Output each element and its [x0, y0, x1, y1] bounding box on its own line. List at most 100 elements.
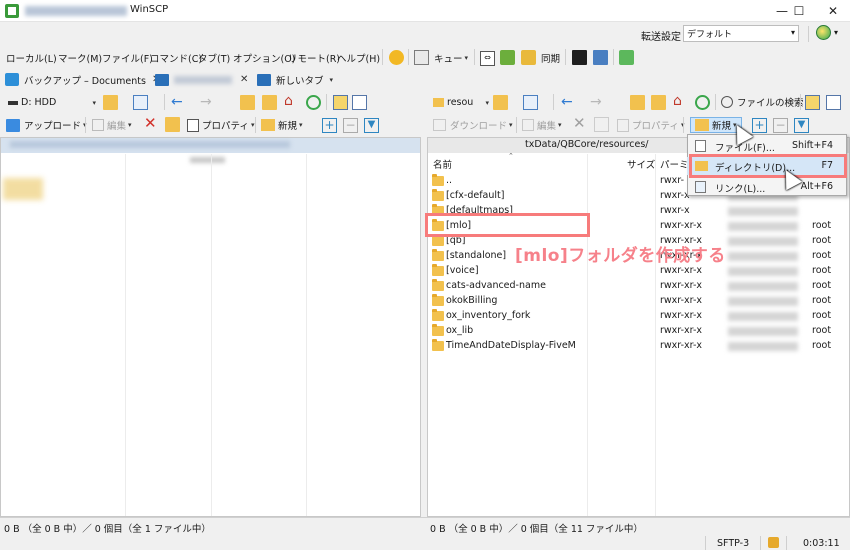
folder-icon	[432, 339, 444, 351]
refresh-icon[interactable]	[306, 95, 321, 110]
forward-arrow-icon[interactable]: →	[590, 95, 605, 111]
parent-folder-icon[interactable]	[240, 95, 255, 110]
chevron-down-icon[interactable]: ▾	[834, 28, 838, 37]
chevron-down-icon: ▾	[329, 75, 334, 84]
download-label: ダウンロード	[450, 121, 508, 132]
edit-button[interactable]: 編集 ▾	[92, 118, 132, 132]
synchronize-browse-icon[interactable]	[500, 50, 515, 65]
globe-icon[interactable]	[816, 25, 831, 40]
file-owner: root	[812, 280, 832, 291]
transfer-settings-select[interactable]: デフォルト ▾	[683, 25, 799, 42]
upload-icon	[6, 118, 20, 132]
tree-view-icon[interactable]	[333, 95, 348, 110]
back-arrow-icon[interactable]: ←	[561, 95, 576, 111]
gear-icon[interactable]	[389, 50, 404, 65]
properties-button[interactable]: プロパティ ▾	[187, 118, 254, 132]
compare-icon[interactable]: ⇔	[480, 51, 495, 66]
queue-icon[interactable]	[414, 50, 429, 65]
folder-icon	[432, 249, 444, 261]
column-name[interactable]: 名前	[433, 157, 452, 171]
table-row[interactable]: ox_inventory_fork rwxr-xr-x root	[428, 309, 848, 324]
maximize-button[interactable]: ☐	[782, 0, 816, 22]
terminal-icon[interactable]	[572, 50, 587, 65]
root-folder-icon[interactable]	[262, 95, 277, 110]
remote-edit-button[interactable]: 編集 ▾	[522, 118, 562, 132]
root-folder-icon[interactable]	[651, 95, 666, 110]
list-view-icon[interactable]	[352, 95, 367, 110]
plus-icon[interactable]: +	[322, 118, 337, 133]
tab-remote-session[interactable]: ✕	[155, 71, 248, 88]
download-button[interactable]: ダウンロード ▾	[433, 118, 513, 132]
synchronize-button[interactable]: 同期	[541, 51, 560, 65]
remote-properties-button[interactable]: プロパティ ▾	[617, 118, 684, 132]
queue-label: キュー	[434, 54, 463, 65]
rename-icon[interactable]	[594, 117, 609, 132]
sort-indicator-icon: ⌃	[508, 152, 514, 160]
forward-arrow-icon[interactable]: →	[200, 95, 215, 111]
open-folder-icon[interactable]	[103, 95, 118, 110]
filter-icon[interactable]: ▼	[364, 118, 379, 133]
directory-highlight-box	[689, 154, 847, 178]
delete-icon[interactable]: ✕	[573, 116, 588, 131]
home-icon[interactable]: ⌂	[284, 94, 299, 110]
back-arrow-icon[interactable]: ←	[171, 95, 186, 111]
file-date-redacted	[728, 297, 798, 306]
file-owner: root	[812, 250, 832, 261]
menu-help[interactable]: ヘルプ(H)	[337, 51, 380, 65]
tree-view-icon[interactable]	[805, 95, 820, 110]
file-name: [voice]	[446, 265, 479, 276]
putty-icon[interactable]	[593, 50, 608, 65]
menu-file[interactable]: ファイル(F)	[102, 51, 153, 65]
tab-new-label: 新しいタブ	[276, 75, 324, 87]
menu-options[interactable]: オプション(O)	[233, 51, 295, 65]
sync-folder-icon[interactable]	[521, 50, 536, 65]
mlo-highlight-box	[425, 213, 590, 237]
file-name: [standalone]	[446, 250, 507, 261]
rename-icon[interactable]	[165, 117, 180, 132]
menu-item-new-link[interactable]: リンク(L)... Alt+F6	[687, 178, 847, 196]
folder-icon	[432, 294, 444, 306]
file-date-redacted	[728, 312, 798, 321]
table-row[interactable]: TimeAndDateDisplay-FiveM rwxr-xr-x root	[428, 339, 848, 354]
parent-folder-icon[interactable]	[630, 95, 645, 110]
local-path-redacted	[10, 141, 290, 148]
filter-icon[interactable]	[523, 95, 538, 110]
local-drive-select[interactable]: D: HDD ▾	[8, 95, 98, 110]
menu-mark[interactable]: マーク(M)	[58, 51, 102, 65]
winscp-app-icon	[5, 4, 19, 18]
filter-icon[interactable]	[133, 95, 148, 110]
new-button[interactable]: 新規 ▾	[261, 118, 303, 132]
list-view-icon[interactable]	[826, 95, 841, 110]
chevron-down-icon: ▾	[299, 121, 303, 129]
refresh-icon[interactable]	[619, 50, 634, 65]
find-files-button[interactable]: ファイルの検索	[721, 95, 804, 109]
menu-command[interactable]: コマンド(C)	[150, 51, 202, 65]
minus-icon[interactable]: −	[343, 118, 358, 133]
tab-new[interactable]: 新しいタブ ▾	[257, 71, 333, 88]
file-date-redacted	[728, 252, 798, 261]
menu-item-new-file[interactable]: ファイル(F)... Shift+F4	[687, 137, 847, 155]
table-row[interactable]: [voice] rwxr-xr-x root	[428, 264, 848, 279]
file-date-redacted	[728, 282, 798, 291]
column-size[interactable]: サイズ	[627, 157, 655, 171]
tab-backup-documents[interactable]: バックアップ – Documents ✕	[5, 71, 160, 88]
menu-tab[interactable]: タブ(T)	[198, 51, 230, 65]
open-folder-icon[interactable]	[493, 95, 508, 110]
upload-button[interactable]: アップロード ▾	[6, 118, 87, 132]
minus-icon[interactable]: −	[773, 118, 788, 133]
table-row[interactable]: cats-advanced-name rwxr-xr-x root	[428, 279, 848, 294]
close-icon[interactable]: ✕	[240, 74, 248, 85]
plus-icon[interactable]: +	[752, 118, 767, 133]
menu-remote[interactable]: リモート(R)	[288, 51, 340, 65]
delete-icon[interactable]: ✕	[144, 116, 159, 131]
queue-button[interactable]: キュー ▾	[434, 51, 468, 65]
close-button[interactable]: ✕	[816, 0, 850, 22]
refresh-icon[interactable]	[695, 95, 710, 110]
table-row[interactable]: ox_lib rwxr-xr-x root	[428, 324, 848, 339]
menu-local[interactable]: ローカル(L)	[6, 51, 57, 65]
remote-dir-select[interactable]: resou ▾	[433, 95, 489, 110]
home-icon[interactable]: ⌂	[673, 94, 688, 110]
file-permissions: rwxr-x	[660, 190, 690, 201]
table-row[interactable]: okokBilling rwxr-xr-x root	[428, 294, 848, 309]
filter-icon[interactable]: ▼	[794, 118, 809, 133]
